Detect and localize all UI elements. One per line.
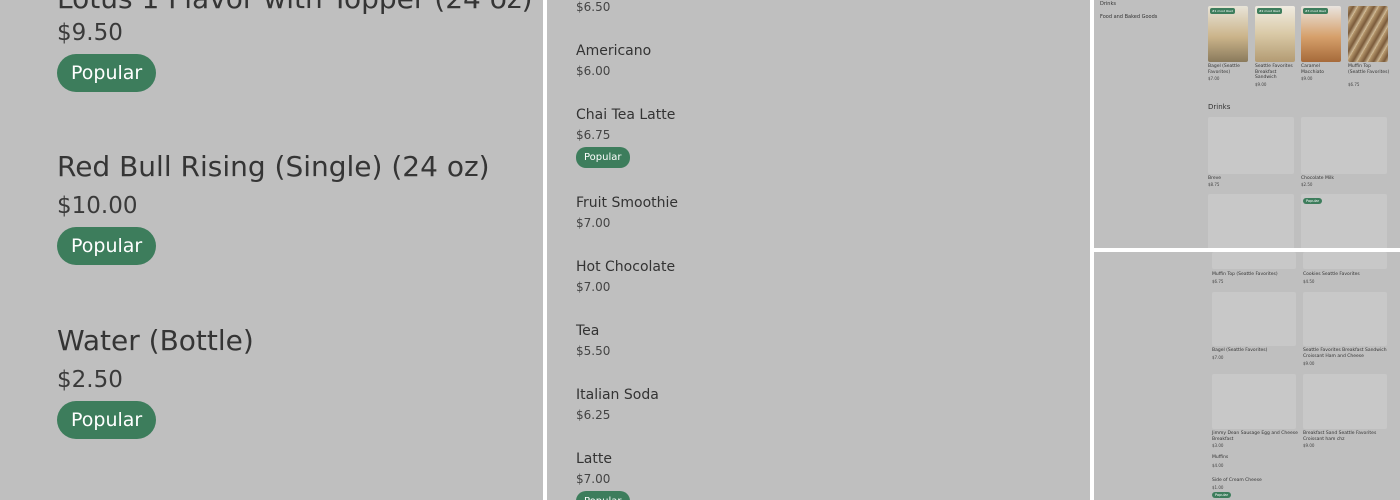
breakfast-sandwich-image[interactable]: #2 most liked — [1255, 6, 1295, 62]
item-name[interactable]: Side of Cream Cheese — [1212, 478, 1304, 484]
item-price: $7.00 — [1208, 76, 1220, 81]
item-image-placeholder[interactable] — [1212, 292, 1296, 346]
menu-item[interactable]: Water (Bottle) $2.50 Popular — [57, 324, 254, 439]
menu-item-italian-soda[interactable]: Italian Soda $6.25 — [576, 387, 659, 422]
popular-badge: Popular — [576, 491, 630, 500]
menu-panel-large: Lotus 1 Flavor with Topper (24 oz) $9.50… — [0, 0, 543, 500]
item-image-placeholder[interactable] — [1301, 117, 1387, 174]
menu-item-chai-tea-latte[interactable]: Chai Tea Latte $6.75 Popular — [576, 107, 675, 168]
bagel-image[interactable]: #1 most liked — [1208, 6, 1248, 62]
item-image-placeholder[interactable] — [1303, 374, 1387, 429]
item-price: $7.00 — [576, 280, 611, 294]
item-price: $8.75 — [1208, 182, 1220, 187]
item-price: $9.00 — [1303, 361, 1315, 366]
item-name[interactable]: Muffins — [1212, 455, 1304, 461]
item-name: Bagel (Seattle Favorites) — [1212, 348, 1268, 353]
menu-item[interactable]: $9.50 Popular — [57, 20, 157, 92]
menu-overview-panel: Drinks Food and Baked Goods #1 most like… — [1094, 0, 1400, 248]
item-name: Fruit Smoothie — [576, 195, 679, 211]
menu-item[interactable]: $6.50 — [576, 0, 610, 14]
popular-badge: Popular — [57, 401, 157, 439]
item-name: Lotus 1 Flavor with Topper (24 oz) — [57, 0, 533, 15]
item-price: $7.00 — [1212, 355, 1224, 360]
item-price: $6.50 — [576, 0, 611, 14]
item-name: Red Bull Rising (Single) (24 oz) — [57, 150, 490, 183]
item-image-placeholder[interactable] — [1303, 292, 1387, 346]
item-price: $4.50 — [1303, 279, 1315, 284]
item-name: Muffin Top (Seattle Favorites) — [1212, 272, 1278, 277]
item-image-placeholder[interactable] — [1212, 252, 1296, 269]
item-price: $7.00 — [576, 216, 611, 230]
item-image-placeholder[interactable] — [1212, 374, 1296, 429]
item-price: $3.00 — [1212, 443, 1224, 448]
item-price: $6.25 — [576, 408, 611, 422]
menu-item-latte[interactable]: Latte $7.00 Popular — [576, 451, 630, 500]
item-price: $9.00 — [1255, 82, 1267, 87]
item-name: Seattle Favorites Breakfast Sandwich — [1255, 64, 1293, 80]
item-image-placeholder[interactable] — [1303, 252, 1387, 269]
menu-baked-goods-panel: Muffin Top (Seattle Favorites) $6.75 Coo… — [1094, 252, 1400, 500]
most-liked-badge: #2 most liked — [1257, 8, 1282, 14]
item-price: $10.00 — [57, 193, 138, 219]
item-name: Caramel Macchiato — [1301, 64, 1324, 75]
item-price: $6.75 — [1212, 279, 1224, 284]
item-name: Cookies Seattle Favorites — [1303, 272, 1360, 277]
menu-item-hot-chocolate[interactable]: Hot Chocolate $7.00 — [576, 259, 675, 294]
item-name: Jimmy Dean Sausage Egg and Cheese Breakf… — [1212, 431, 1298, 442]
item-name: Water (Bottle) — [57, 324, 254, 357]
item-name: Latte — [576, 451, 612, 467]
item-image-placeholder[interactable] — [1208, 194, 1294, 248]
sidebar-item-food-and-baked-goods[interactable]: Food and Baked Goods — [1100, 14, 1157, 20]
item-name: Breakfast Sand Seattle Favorites Croissa… — [1303, 431, 1377, 442]
item-price: $9.00 — [1301, 76, 1313, 81]
item-name: Muffin Top (Seattle Favorites) — [1348, 64, 1390, 75]
item-name: Bagel (Seattle Favorites) — [1208, 64, 1240, 75]
item-name: Italian Soda — [576, 387, 659, 403]
popular-badge: Popular — [1212, 492, 1232, 498]
caramel-macchiato-image[interactable]: #3 most liked — [1301, 6, 1341, 62]
popular-badge: Popular — [57, 227, 157, 265]
muffin-top-image[interactable] — [1348, 6, 1388, 62]
item-name: Chocolate Milk — [1301, 176, 1334, 181]
most-liked-badge: #1 most liked — [1210, 8, 1235, 14]
item-name: Seattle Favorites Breakfast Sandwich Cro… — [1303, 348, 1387, 359]
menu-item[interactable]: Lotus 1 Flavor with Topper (24 oz) — [57, 0, 533, 15]
menu-item-americano[interactable]: Americano $6.00 — [576, 43, 651, 78]
item-name: Chai Tea Latte — [576, 107, 676, 123]
sidebar-item-drinks[interactable]: Drinks — [1100, 1, 1116, 7]
item-name: Americano — [576, 43, 652, 59]
popular-badge: Popular — [57, 54, 157, 92]
item-price: $4.00 — [1212, 463, 1224, 468]
item-price: $2.50 — [57, 367, 123, 393]
menu-item-fruit-smoothie[interactable]: Fruit Smoothie $7.00 — [576, 195, 678, 230]
item-image-placeholder[interactable] — [1208, 117, 1294, 174]
item-price: $9.00 — [1303, 443, 1315, 448]
item-price: $9.50 — [57, 20, 123, 46]
item-price: $5.50 — [576, 344, 611, 358]
item-price: $6.75 — [1348, 82, 1360, 87]
item-price: $2.50 — [1301, 182, 1313, 187]
item-name: Tea — [576, 323, 600, 339]
section-heading-drinks: Drinks — [1208, 103, 1231, 111]
item-price: $6.00 — [576, 64, 611, 78]
menu-item-tea[interactable]: Tea $5.50 — [576, 323, 610, 358]
item-price: $1.00 — [1212, 485, 1224, 490]
menu-item[interactable]: Red Bull Rising (Single) (24 oz) $10.00 … — [57, 150, 490, 265]
item-name: Hot Chocolate — [576, 259, 676, 275]
item-name: Breve — [1208, 176, 1222, 181]
popular-badge: Popular — [1303, 198, 1323, 204]
menu-panel-drinks: $6.50 Americano $6.00 Chai Tea Latte $6.… — [547, 0, 1090, 500]
most-liked-badge: #3 most liked — [1303, 8, 1328, 14]
item-price: $7.00 — [576, 472, 611, 486]
item-price: $6.75 — [576, 128, 611, 142]
popular-badge: Popular — [576, 147, 630, 168]
